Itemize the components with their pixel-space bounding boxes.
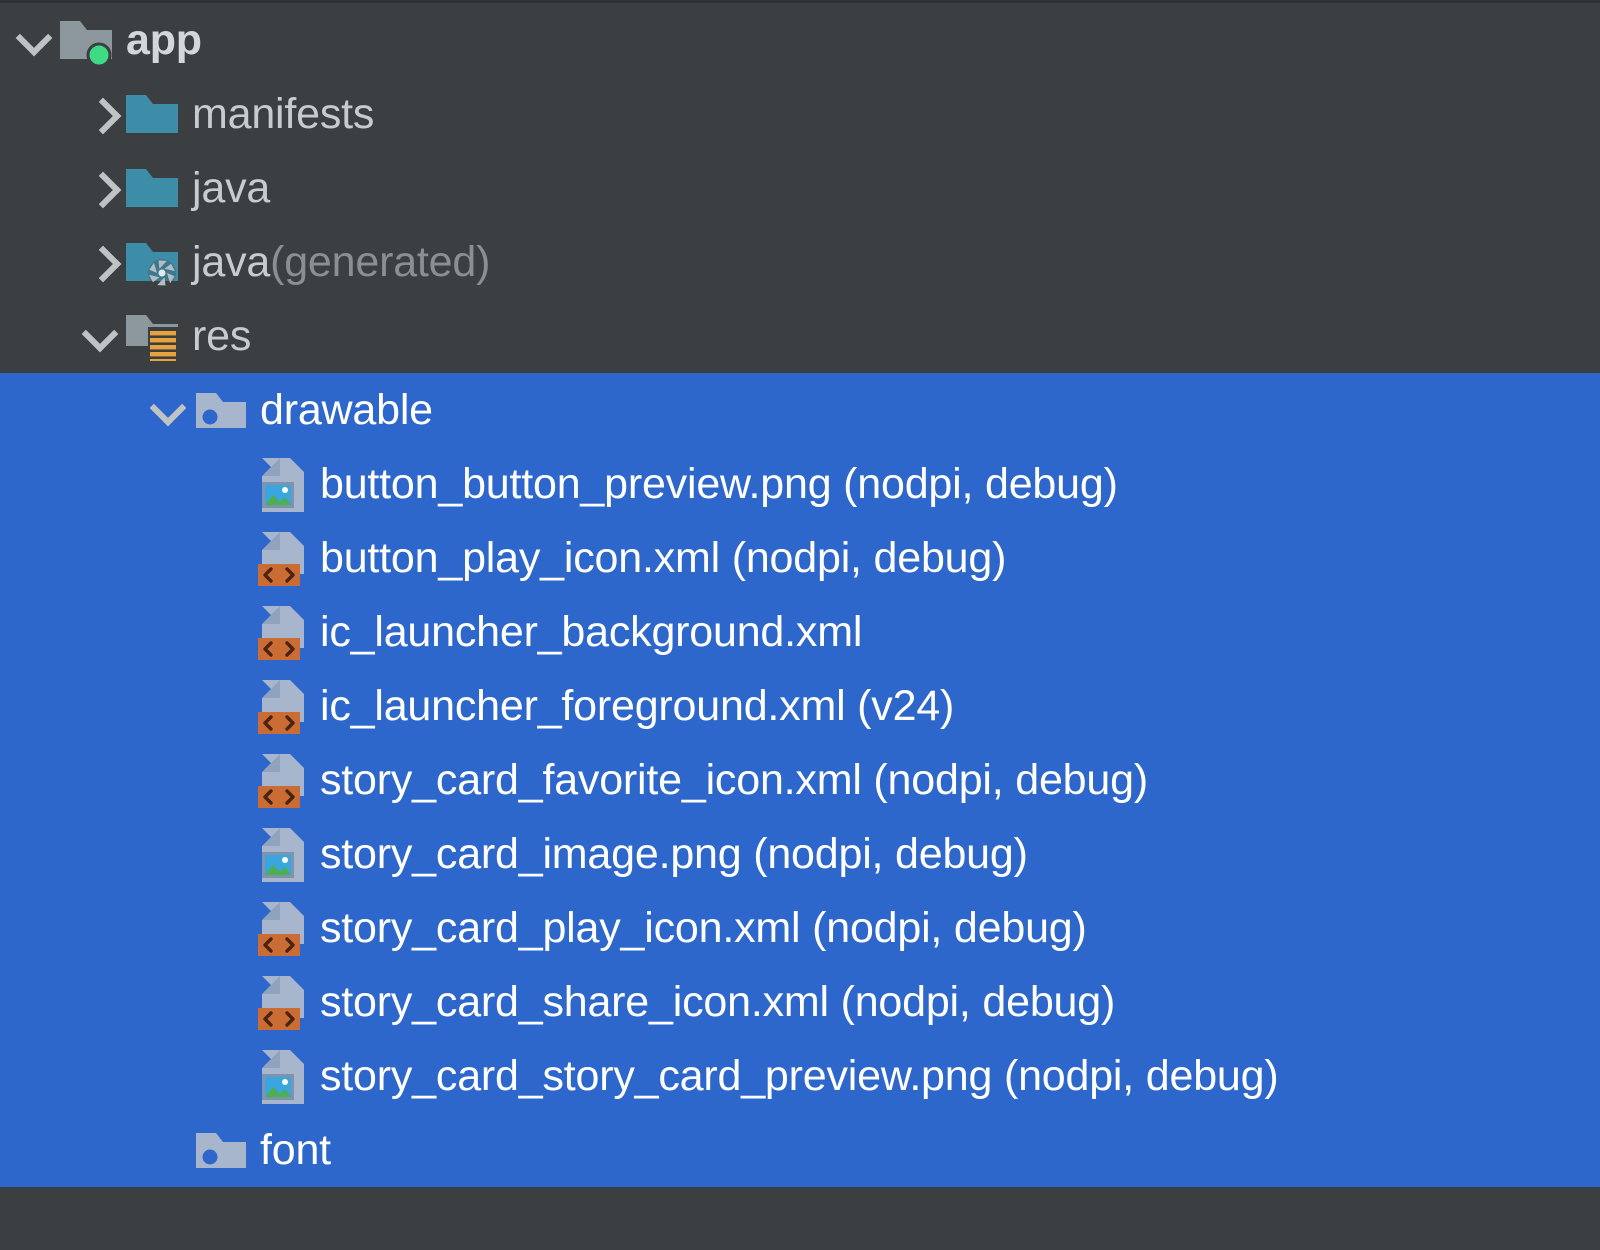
generated-folder-icon — [124, 237, 180, 287]
tree-node-label: story_card_image.png (nodpi, debug) — [320, 829, 1028, 878]
chevron-placeholder — [212, 831, 258, 877]
tree-node-label: button_button_preview.png (nodpi, debug) — [320, 459, 1118, 508]
chevron-right-icon[interactable] — [78, 239, 124, 285]
chevron-right-icon[interactable] — [78, 91, 124, 137]
tree-node-button-button-preview-png-nodpi-debug-[interactable]: button_button_preview.png (nodpi, debug) — [0, 447, 1600, 521]
chevron-placeholder — [212, 683, 258, 729]
tree-node-label: story_card_favorite_icon.xml (nodpi, deb… — [320, 755, 1148, 804]
png-file-icon — [258, 1048, 308, 1104]
chevron-placeholder — [212, 1053, 258, 1099]
chevron-placeholder — [212, 609, 258, 655]
res-folder-icon — [124, 311, 180, 364]
chevron-down-icon[interactable] — [146, 387, 192, 433]
tree-node-label: java — [192, 237, 271, 286]
module-folder-icon — [58, 15, 114, 68]
tree-node-drawable[interactable]: drawable — [0, 373, 1600, 447]
tree-node-app[interactable]: app — [0, 3, 1600, 77]
xml-file-icon — [258, 900, 308, 956]
xml-file-icon — [258, 752, 308, 808]
tree-node-label: manifests — [192, 89, 375, 138]
chevron-placeholder — [212, 757, 258, 803]
tree-node-label: java — [192, 163, 271, 212]
resource-folder-icon — [192, 385, 248, 435]
tree-node-label: ic_launcher_foreground.xml (v24) — [320, 681, 955, 730]
tree-node-label: story_card_play_icon.xml (nodpi, debug) — [320, 903, 1087, 952]
tree-node-story-card-favorite-icon-xml-nodpi-debug-[interactable]: story_card_favorite_icon.xml (nodpi, deb… — [0, 743, 1600, 817]
resource-folder-icon — [192, 1125, 248, 1175]
tree-node-label: story_card_share_icon.xml (nodpi, debug) — [320, 977, 1116, 1026]
tree-node-story-card-share-icon-xml-nodpi-debug-[interactable]: story_card_share_icon.xml (nodpi, debug) — [0, 965, 1600, 1039]
chevron-down-icon[interactable] — [12, 17, 58, 63]
tree-node-font[interactable]: font — [0, 1113, 1600, 1187]
tree-node-label: drawable — [260, 385, 433, 434]
panel-bottom-divider — [0, 1235, 1600, 1250]
xml-file-icon — [258, 604, 308, 660]
xml-file-icon — [258, 530, 308, 586]
chevron-down-icon[interactable] — [78, 313, 124, 359]
tree-node-manifests[interactable]: manifests — [0, 77, 1600, 151]
tree-node-story-card-play-icon-xml-nodpi-debug-[interactable]: story_card_play_icon.xml (nodpi, debug) — [0, 891, 1600, 965]
png-file-icon — [258, 826, 308, 882]
tree-node-java[interactable]: java — [0, 151, 1600, 225]
project-tool-window: app manifests java java (generated) res drawa… — [0, 0, 1600, 1250]
png-file-icon — [258, 456, 308, 512]
chevron-right-icon[interactable] — [78, 165, 124, 211]
tree-node-label: app — [126, 15, 202, 64]
source-folder-icon — [124, 89, 180, 139]
chevron-placeholder — [212, 461, 258, 507]
chevron-placeholder — [212, 535, 258, 581]
chevron-placeholder — [212, 979, 258, 1025]
tree-node-label: ic_launcher_background.xml — [320, 607, 863, 656]
tree-node-suffix: (generated) — [270, 237, 491, 286]
tree-node-java[interactable]: java (generated) — [0, 225, 1600, 299]
tree-node-ic-launcher-foreground-xml-v24-[interactable]: ic_launcher_foreground.xml (v24) — [0, 669, 1600, 743]
source-folder-icon — [124, 163, 180, 213]
tree-node-res[interactable]: res — [0, 299, 1600, 373]
tree-node-label: res — [192, 311, 252, 360]
xml-file-icon — [258, 974, 308, 1030]
xml-file-icon — [258, 678, 308, 734]
tree-node-label: button_play_icon.xml (nodpi, debug) — [320, 533, 1007, 582]
chevron-placeholder — [212, 905, 258, 951]
project-tree[interactable]: app manifests java java (generated) res drawa… — [0, 3, 1600, 1187]
tree-node-button-play-icon-xml-nodpi-debug-[interactable]: button_play_icon.xml (nodpi, debug) — [0, 521, 1600, 595]
chevron-placeholder — [146, 1127, 192, 1173]
tree-node-story-card-story-card-preview-png-nodpi-debug-[interactable]: story_card_story_card_preview.png (nodpi… — [0, 1039, 1600, 1113]
tree-node-story-card-image-png-nodpi-debug-[interactable]: story_card_image.png (nodpi, debug) — [0, 817, 1600, 891]
tree-node-label: story_card_story_card_preview.png (nodpi… — [320, 1051, 1279, 1100]
tree-node-ic-launcher-background-xml[interactable]: ic_launcher_background.xml — [0, 595, 1600, 669]
tree-node-label: font — [260, 1125, 331, 1174]
